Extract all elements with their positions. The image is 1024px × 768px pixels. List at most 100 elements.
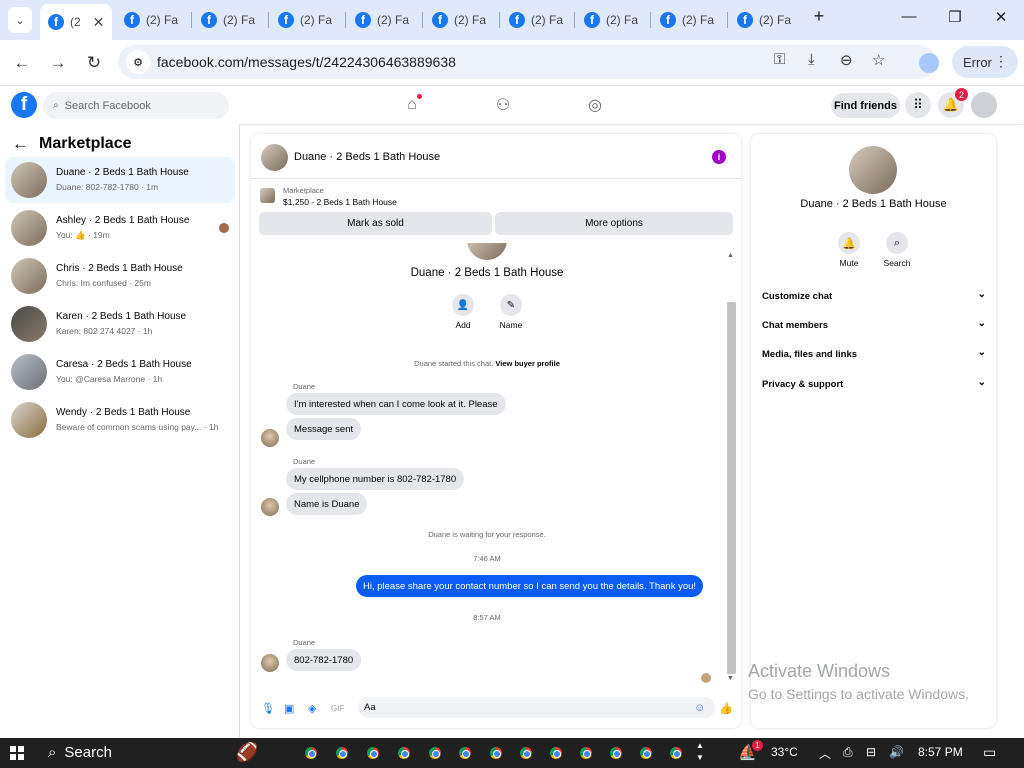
search-action[interactable]: ⌕ Search (879, 232, 915, 268)
chrome-app-icon[interactable] (547, 744, 565, 762)
search-icon[interactable]: ⌕ (886, 232, 908, 254)
network-icon[interactable]: ⊟ (866, 745, 876, 759)
message-input[interactable]: Aa (358, 697, 715, 718)
taskbar-overflow-arrows[interactable]: ▲ ▼ (696, 740, 704, 764)
bookmark-star-icon[interactable]: ☆ (872, 51, 885, 69)
sticker-icon[interactable]: ◈ (308, 702, 316, 715)
chat-avatar[interactable] (261, 144, 288, 171)
menu-grid-icon[interactable]: ⠿ (905, 92, 931, 118)
customize-chat-option[interactable]: Customize chat ⌄ (762, 289, 986, 302)
chrome-app-icon[interactable] (426, 744, 444, 762)
tab[interactable]: f (2) Fa (737, 6, 791, 34)
omnibox[interactable]: ⚙ facebook.com/messages/t/24224306463889… (118, 45, 936, 79)
view-buyer-profile-link[interactable]: View buyer profile (495, 359, 559, 368)
photo-icon[interactable]: ▣ (284, 702, 294, 715)
install-app-icon[interactable]: ⤓ (808, 51, 815, 68)
chrome-app-icon[interactable] (395, 744, 413, 762)
chrome-app-icon[interactable] (333, 744, 351, 762)
tab[interactable]: f (2) Fa (509, 6, 563, 34)
facebook-search-input[interactable]: ⌕ Search Facebook (43, 92, 229, 119)
password-key-icon[interactable]: ⚿ (774, 51, 785, 68)
chrome-app-icon[interactable] (487, 744, 505, 762)
chrome-app-icon[interactable] (637, 744, 655, 762)
scrollbar-thumb[interactable] (727, 302, 736, 674)
minimize-button[interactable]: — (894, 8, 924, 25)
chrome-app-icon[interactable] (364, 744, 382, 762)
thumbs-up-icon[interactable]: 👍 (719, 702, 733, 715)
info-icon[interactable]: i (712, 150, 726, 164)
tab[interactable]: f (2) Fa (584, 6, 638, 34)
tab-search-button[interactable]: ⌄ (8, 7, 32, 33)
chat-title[interactable]: Duane · 2 Beds 1 Bath House (294, 151, 440, 163)
tab-close-icon[interactable]: ✕ (93, 14, 105, 31)
conversation-item[interactable]: Karen · 2 Beds 1 Bath House Karen: 802 2… (5, 301, 235, 347)
forward-button[interactable]: → (46, 51, 70, 75)
chrome-app-icon[interactable] (607, 744, 625, 762)
gif-icon[interactable]: GIF (331, 704, 344, 713)
clock[interactable]: 8:57 PM (918, 745, 963, 759)
friends-icon[interactable]: ⚇ (493, 95, 513, 115)
conversation-item[interactable]: Ashley · 2 Beds 1 Bath House You: 👍 · 19… (5, 205, 235, 251)
windows-start-icon[interactable] (10, 746, 24, 760)
conversation-item[interactable]: Chris · 2 Beds 1 Bath House Chris: Im co… (5, 253, 235, 299)
emoji-icon[interactable]: ☺ (694, 702, 705, 714)
mute-action[interactable]: 🔔 Mute (831, 232, 867, 268)
tab[interactable]: f (2) Fa (660, 6, 714, 34)
volume-icon[interactable]: 🔊 (889, 745, 904, 759)
scroll-down-arrow-icon[interactable]: ▼ (727, 675, 734, 682)
device-icon[interactable]: ⎙ (843, 745, 853, 760)
name-action[interactable]: ✎ Name (491, 294, 531, 330)
chrome-app-icon[interactable] (517, 744, 535, 762)
add-person-icon[interactable]: 👤 (452, 294, 474, 316)
find-friends-button[interactable]: Find friends (831, 93, 900, 118)
tab[interactable]: f (2) Fa (355, 6, 409, 34)
news-widget-icon[interactable]: 🏈 (236, 742, 258, 763)
back-button[interactable]: ← (10, 51, 34, 75)
chrome-app-icon[interactable] (302, 744, 320, 762)
site-info-icon[interactable]: ⚙ (126, 50, 150, 74)
profile-avatar-icon[interactable] (919, 53, 939, 73)
listing-thumbnail[interactable] (260, 188, 275, 203)
microphone-icon[interactable]: 🎙 (261, 702, 275, 715)
chrome-app-icon[interactable] (456, 744, 474, 762)
url-text[interactable]: facebook.com/messages/t/2422430646388963… (157, 54, 456, 70)
tab[interactable]: f (2) Fa (278, 6, 332, 34)
conversation-item[interactable]: Wendy · 2 Beds 1 Bath House Beware of co… (5, 397, 235, 443)
tab[interactable]: f (2) Fa (201, 6, 255, 34)
mark-as-sold-button[interactable]: Mark as sold (259, 212, 492, 235)
profile-error-button[interactable]: Error ⋮ (952, 46, 1018, 78)
conversation-item[interactable]: Duane · 2 Beds 1 Bath House Duane: 802-7… (5, 157, 235, 203)
tab[interactable]: f (2) Fa (124, 6, 178, 34)
restore-button[interactable]: ❐ (940, 8, 970, 26)
pencil-icon[interactable]: ✎ (500, 294, 522, 316)
message-list[interactable]: Duane · 2 Beds 1 Bath House 👤 Add ✎ Name… (251, 243, 727, 683)
weather-temperature[interactable]: 33°C (771, 745, 798, 759)
media-files-links-option[interactable]: Media, files and links ⌄ (762, 347, 986, 360)
conversation-item[interactable]: Caresa · 2 Beds 1 Bath House You: @Cares… (5, 349, 235, 395)
facebook-logo-icon[interactable]: f (11, 92, 37, 118)
message-scrollbar[interactable]: ▲ ▼ (725, 252, 738, 684)
tab-active[interactable]: f (2 ✕ (40, 4, 112, 40)
add-action[interactable]: 👤 Add (443, 294, 483, 330)
back-arrow-icon[interactable]: ← (12, 134, 29, 154)
zoom-icon[interactable]: ⊖ (840, 51, 853, 69)
more-options-button[interactable]: More options (495, 212, 733, 235)
chrome-app-icon[interactable] (577, 744, 595, 762)
close-window-button[interactable]: ✕ (986, 8, 1016, 26)
details-avatar[interactable] (849, 146, 897, 194)
notification-center-icon[interactable]: ▭ (983, 744, 996, 761)
bell-icon[interactable]: 🔔 (838, 232, 860, 254)
groups-icon[interactable]: ◎ (585, 95, 605, 115)
chrome-app-icon[interactable] (667, 744, 685, 762)
tray-chevron-icon[interactable]: ︿ (819, 745, 831, 762)
reload-button[interactable]: ↻ (82, 51, 106, 75)
privacy-support-option[interactable]: Privacy & support ⌄ (762, 377, 986, 390)
new-tab-button[interactable]: + (804, 6, 834, 27)
more-menu-icon[interactable]: ⋮ (994, 53, 1008, 70)
scroll-up-arrow-icon[interactable]: ▲ (727, 252, 734, 259)
account-avatar-icon[interactable] (971, 92, 997, 118)
listing-title[interactable]: $1,250 - 2 Beds 1 Bath House (283, 197, 397, 207)
chat-members-option[interactable]: Chat members ⌄ (762, 318, 986, 331)
tab[interactable]: f (2) Fa (432, 6, 486, 34)
taskbar-search[interactable]: ⌕ Search (48, 744, 112, 761)
